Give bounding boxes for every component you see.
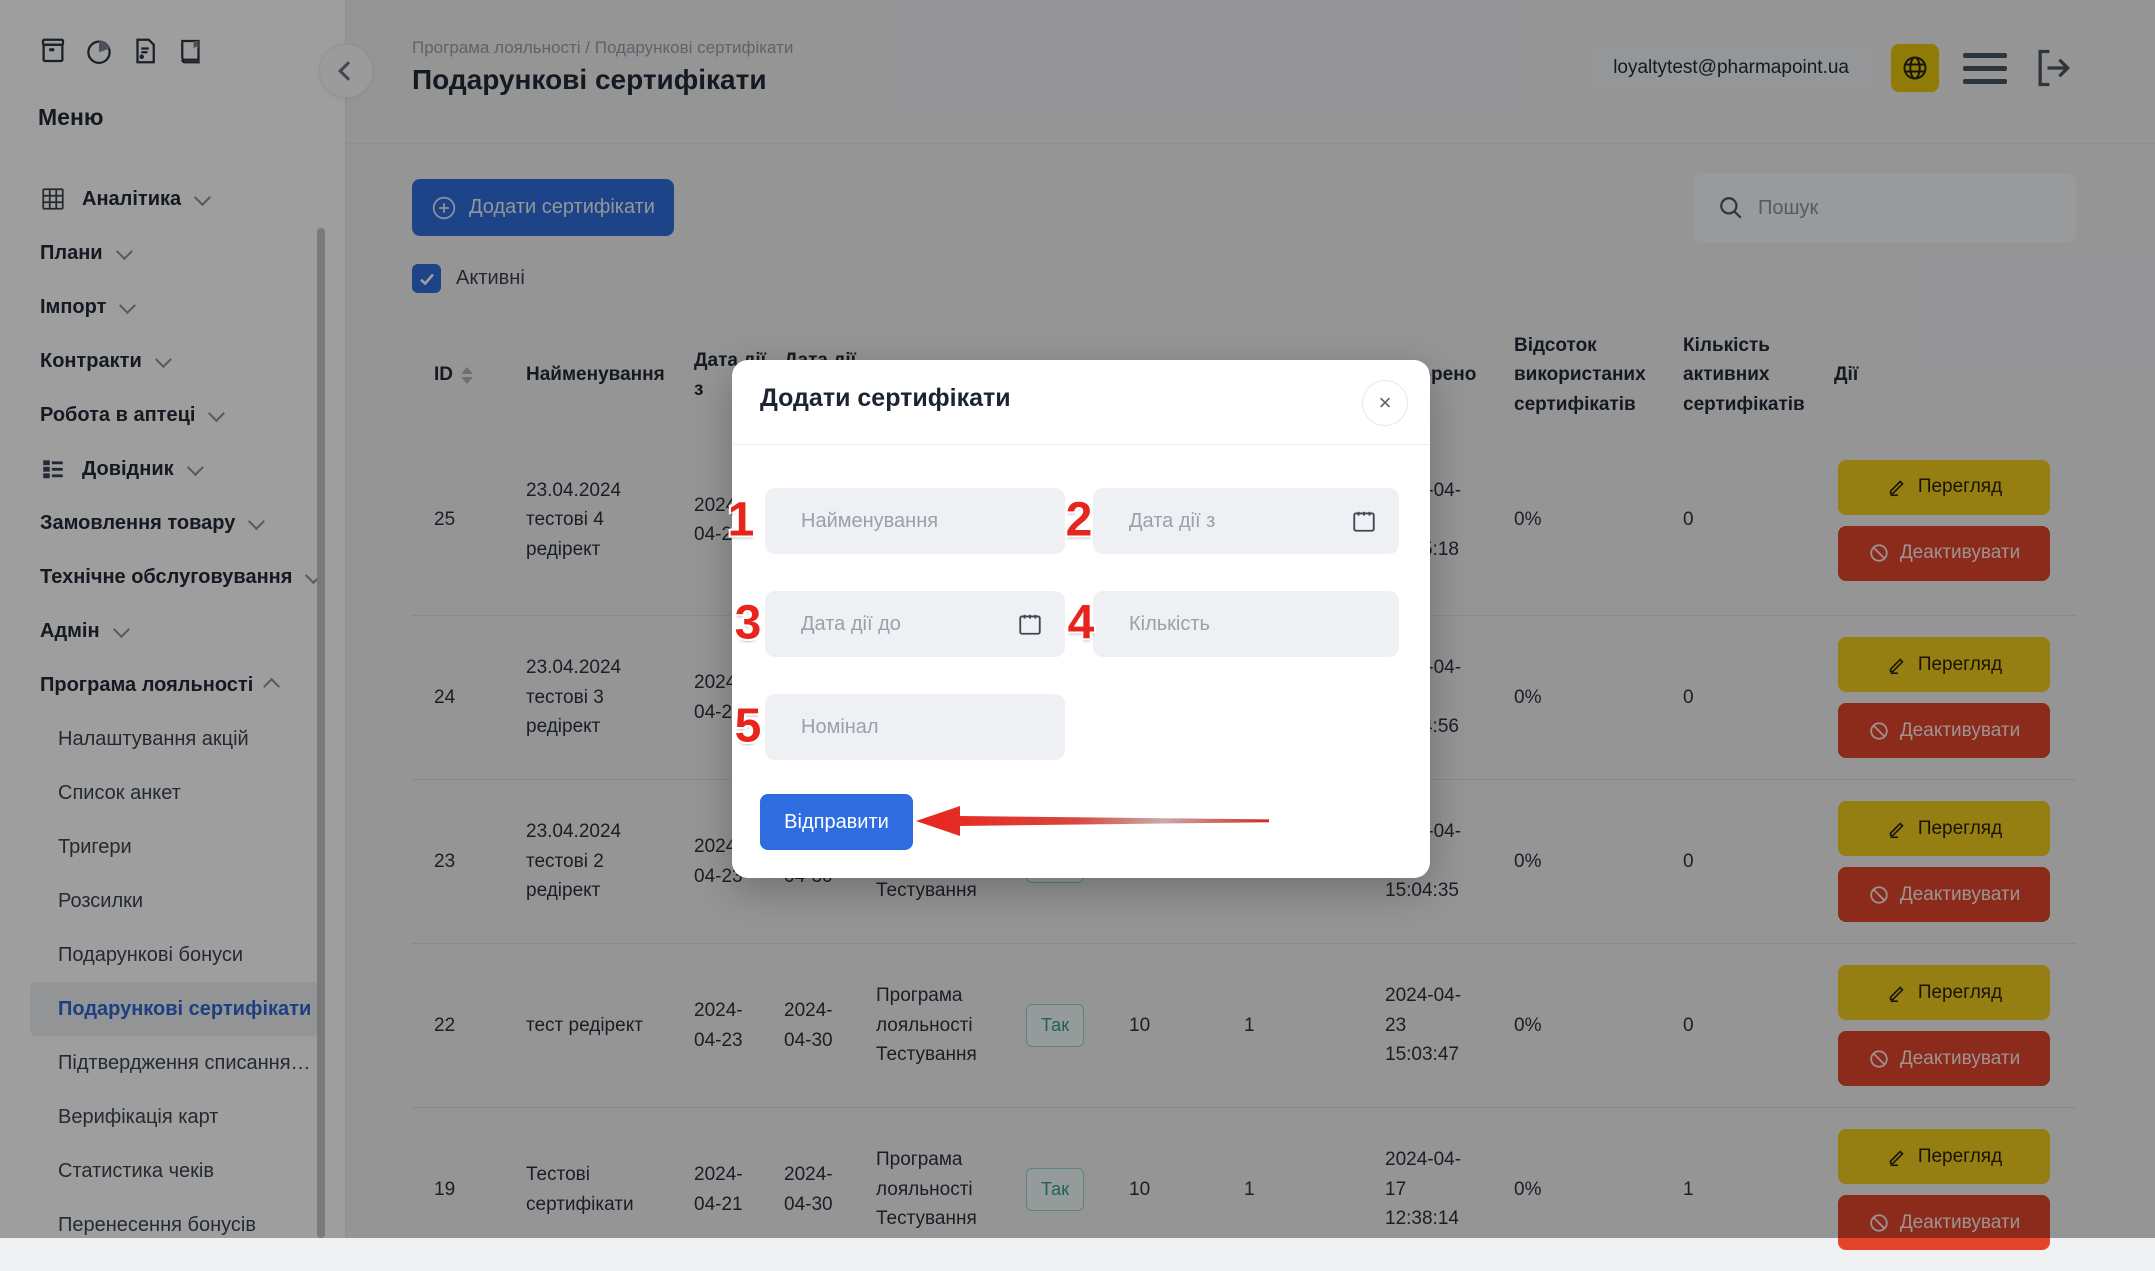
annotation-arrow: [913, 799, 1275, 843]
date-to-placeholder: Дата дії до: [801, 613, 1017, 636]
annotation-number-3: 3: [735, 596, 762, 651]
annotation-number-1: 1: [728, 493, 755, 548]
name-field[interactable]: Найменування: [765, 488, 1065, 554]
nominal-placeholder: Номінал: [801, 716, 1043, 739]
annotation-number-2: 2: [1066, 493, 1093, 548]
modal-close-button[interactable]: ×: [1362, 380, 1408, 426]
date-to-field[interactable]: Дата дії до: [765, 591, 1065, 657]
date-from-field[interactable]: Дата дії з: [1093, 488, 1399, 554]
calendar-icon[interactable]: [1351, 508, 1377, 534]
modal-divider: [732, 444, 1430, 445]
date-from-placeholder: Дата дії з: [1129, 510, 1351, 533]
annotation-number-5: 5: [735, 699, 762, 754]
modal-title: Додати сертифікати: [760, 384, 1011, 413]
quantity-field[interactable]: Кількість: [1093, 591, 1399, 657]
submit-button[interactable]: Відправити: [760, 794, 913, 850]
name-placeholder: Найменування: [801, 510, 1043, 533]
quantity-placeholder: Кількість: [1129, 613, 1377, 636]
annotation-number-4: 4: [1068, 596, 1095, 651]
calendar-icon[interactable]: [1017, 611, 1043, 637]
close-icon: ×: [1379, 390, 1392, 416]
nominal-field[interactable]: Номінал: [765, 694, 1065, 760]
